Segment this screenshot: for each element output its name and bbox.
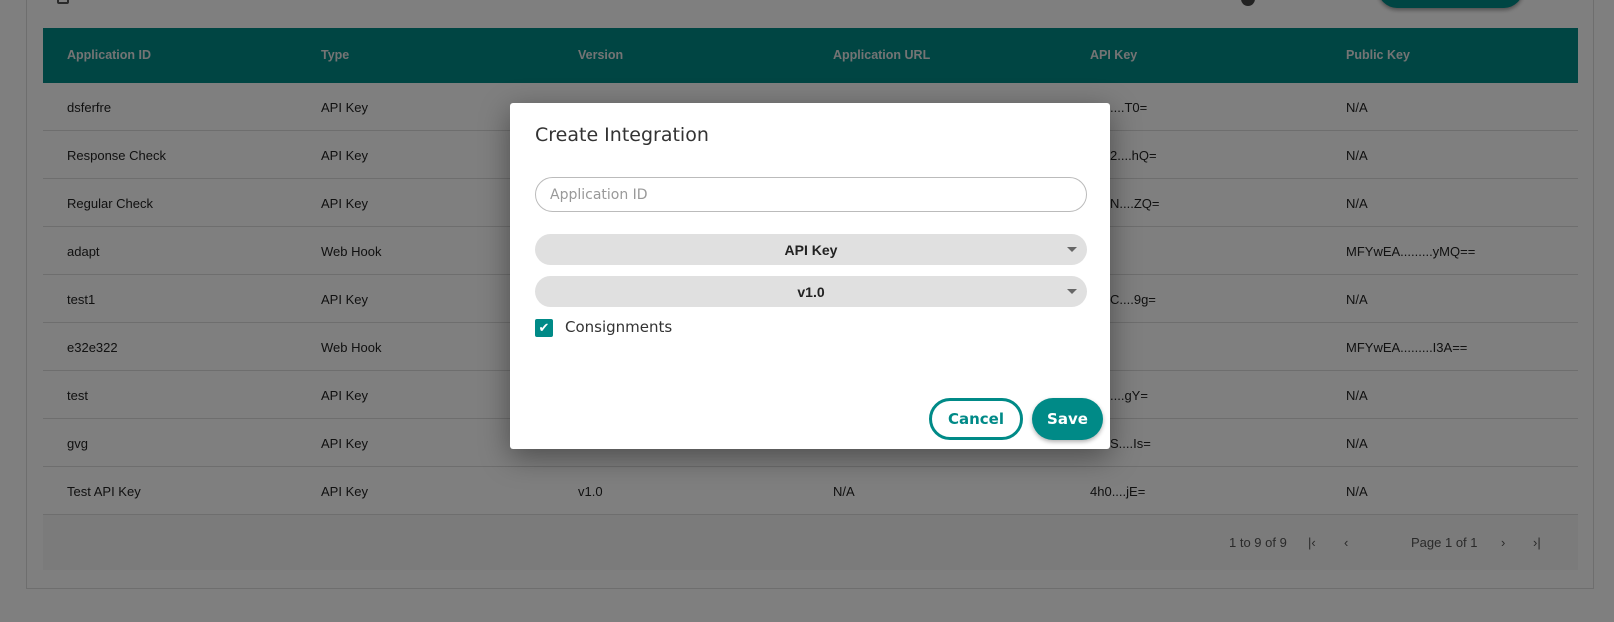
- chevron-down-icon: [1067, 247, 1077, 252]
- consignments-checkbox[interactable]: ✔: [535, 319, 553, 337]
- type-select[interactable]: API Key: [535, 234, 1087, 265]
- create-integration-dialog: Create Integration API Key v1.0 ✔ Consig…: [510, 103, 1110, 449]
- version-select[interactable]: v1.0: [535, 276, 1087, 307]
- save-button[interactable]: Save: [1032, 398, 1103, 440]
- consignments-label: Consignments: [565, 318, 673, 336]
- check-icon: ✔: [538, 320, 550, 335]
- cancel-button[interactable]: Cancel: [929, 398, 1023, 440]
- type-select-value: API Key: [784, 241, 838, 258]
- application-id-input[interactable]: [535, 177, 1087, 212]
- version-select-value: v1.0: [797, 283, 825, 300]
- chevron-down-icon: [1067, 289, 1077, 294]
- dialog-title: Create Integration: [535, 124, 709, 146]
